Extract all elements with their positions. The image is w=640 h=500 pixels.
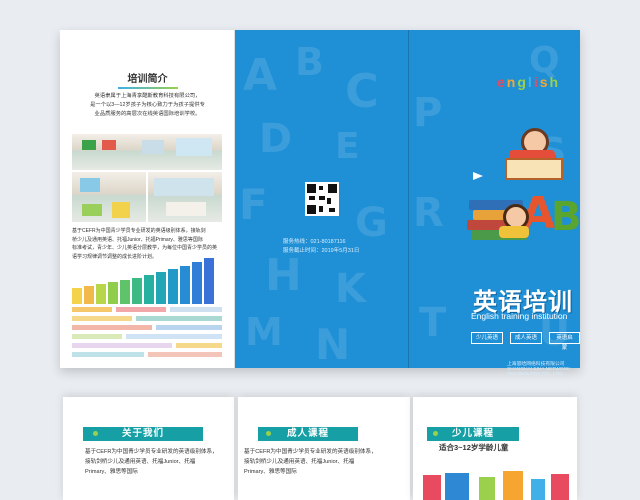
- contact-date: 服务截止时间：2019年5月31日: [283, 248, 360, 254]
- kids-badge: 少儿课程: [427, 427, 519, 441]
- about-label: 关于我们: [121, 428, 164, 439]
- adult-badge: 成人课程: [258, 427, 358, 441]
- about-text: 基于CEFR为中国青少学员专业研发的英语级别体系， 接轨剑桥少儿及通用英语、托福…: [85, 449, 218, 475]
- kids-subtitle: 适合3~12岁学龄儿童: [439, 443, 509, 452]
- kids-course-illustration: [423, 465, 573, 500]
- kids-label: 少儿课程: [451, 428, 494, 439]
- adult-text: 基于CEFR为中国青少学员专业研发的英语级别体系， 接轨剑桥少儿及通用英语、托福…: [244, 449, 377, 475]
- cover-panel: P Q R S T U english A B 英: [409, 30, 582, 377]
- intro-text: 英语隶属于上海青享酷斯教育科技有限公司， 是一个以3—12岁孩子为核心致力于为孩…: [90, 93, 205, 117]
- brand-lettering: english: [497, 74, 561, 90]
- company-name: 上海思哈网络科技有限公司 SHANGHAI SIHA NETWORK TECHN…: [507, 362, 571, 377]
- classroom-photo-left: [72, 172, 146, 222]
- kids-course-page: 少儿课程 适合3~12岁学龄儿童: [413, 397, 577, 500]
- adult-course-page: 成人课程 基于CEFR为中国青少学员专业研发的英语级别体系， 接轨剑桥少儿及通用…: [238, 397, 410, 500]
- cover-subtitle: English training institution: [471, 311, 568, 321]
- intro-title: 培训简介: [60, 70, 235, 89]
- tag-english-enlightenment: 英语启蒙: [549, 332, 580, 351]
- intro-panel: 培训简介 英语隶属于上海青享酷斯教育科技有限公司， 是一个以3—12岁孩子为核心…: [60, 30, 235, 368]
- brochure-spread: 培训简介 英语隶属于上海青享酷斯教育科技有限公司， 是一个以3—12岁孩子为核心…: [60, 30, 582, 377]
- back-panel: A B C D E F G H K M N 服务热线：021-80187116 …: [235, 30, 409, 369]
- contact-phone: 服务热线：021-80187116: [283, 239, 346, 245]
- about-badge: 关于我们: [83, 427, 203, 441]
- about-page: 关于我们 基于CEFR为中国青少学员专业研发的英语级别体系， 接轨剑桥少儿及通用…: [63, 397, 234, 500]
- tag-kids-english: 少儿英语: [471, 332, 504, 344]
- kids-reading-illustration: A B: [459, 128, 582, 260]
- adult-label: 成人课程: [286, 428, 329, 439]
- classroom-photo-top: [72, 134, 222, 170]
- paper-plane-icon: [473, 172, 483, 180]
- level-table-graphic: [72, 307, 222, 365]
- classroom-photo-right: [148, 172, 222, 222]
- tag-adult-english: 成人英语: [510, 332, 543, 344]
- qr-code: [305, 182, 339, 216]
- level-bars-graphic: [72, 254, 222, 304]
